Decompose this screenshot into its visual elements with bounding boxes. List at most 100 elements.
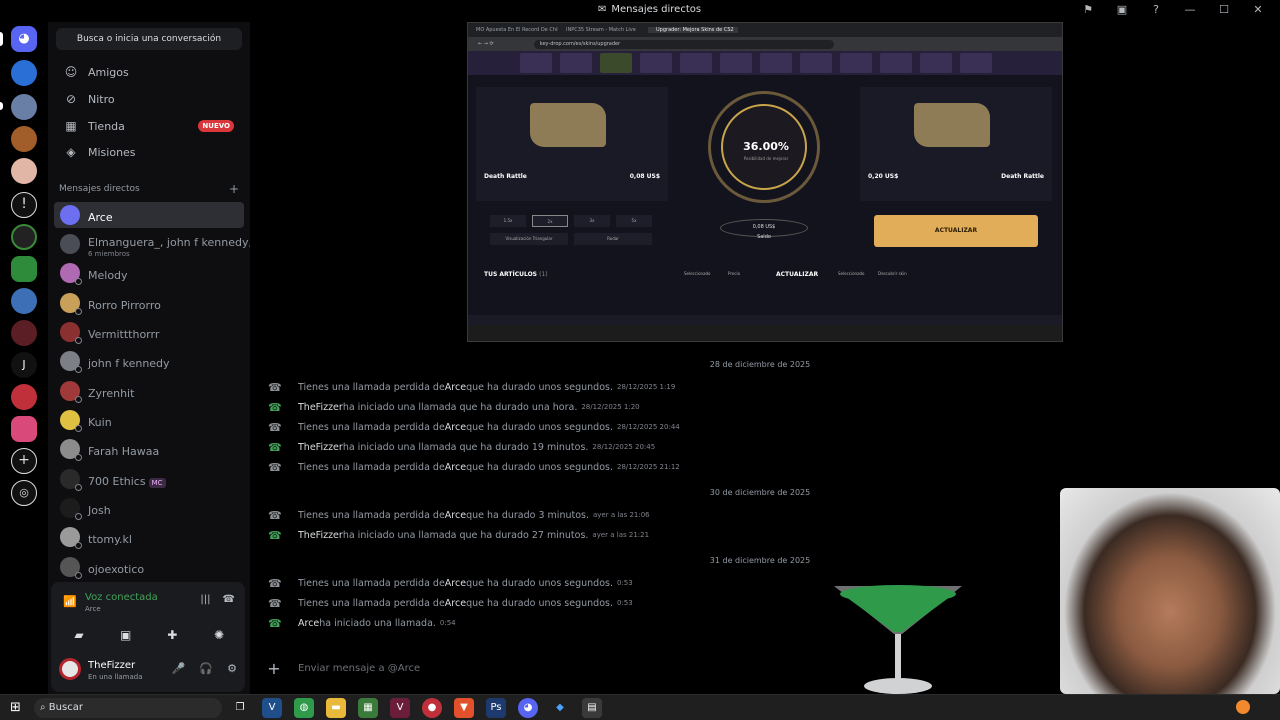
roll-toggle[interactable]: Rodar	[574, 233, 652, 245]
activities-button[interactable]: ✚	[152, 624, 192, 646]
server-icon[interactable]: J	[11, 352, 37, 378]
app-icon[interactable]: ◍	[294, 698, 314, 718]
dm-search-button[interactable]: Busca o inicia una conversación	[56, 28, 242, 50]
bet-amount[interactable]: 0,08 US$ Saldo	[720, 219, 808, 240]
discord-taskbar-icon[interactable]: ◕	[518, 698, 538, 718]
server-icon[interactable]	[11, 256, 37, 282]
app-icon[interactable]: ▤	[582, 698, 602, 718]
microphone-icon[interactable]: 🎤	[172, 662, 186, 675]
dm-item[interactable]: Vermittthorrr	[54, 319, 244, 345]
server-icon[interactable]	[11, 224, 37, 250]
browser-tab[interactable]: INPC35 Stream - Match Live	[558, 27, 648, 33]
server-icon[interactable]	[11, 416, 37, 442]
dm-item[interactable]: Josh	[54, 495, 244, 521]
server-icon[interactable]	[11, 94, 37, 120]
message-username[interactable]: TheFizzer	[298, 442, 343, 453]
disconnect-icon[interactable]: ☎	[223, 594, 235, 605]
message-username[interactable]: TheFizzer	[298, 402, 343, 413]
multiplier-button[interactable]: 2x	[532, 215, 568, 227]
user-name[interactable]: TheFizzer	[88, 660, 135, 671]
dm-item[interactable]: 700 Ethics MC	[54, 466, 244, 492]
headphones-icon[interactable]: 🎧	[199, 662, 213, 675]
dm-item[interactable]: ojoexotico	[54, 554, 244, 580]
inbox-icon[interactable]: ⚑	[1080, 3, 1096, 16]
browser-tab[interactable]: MO Apuesta En El Record De Chile	[468, 27, 558, 33]
minimize-button[interactable]: —	[1182, 3, 1198, 16]
dm-item[interactable]: Zyrenhit	[54, 378, 244, 404]
server-icon[interactable]	[11, 288, 37, 314]
server-icon[interactable]	[11, 158, 37, 184]
selected-filter[interactable]: Seleccionado	[684, 271, 711, 276]
dm-item[interactable]: Rorro Pirrorro	[54, 290, 244, 316]
triangle-view-toggle[interactable]: Visualización Triangular	[490, 233, 568, 245]
voice-channel[interactable]: Arce	[85, 605, 101, 613]
screen-share-button[interactable]: ▣	[106, 624, 146, 646]
nav-friends[interactable]: ☺ Amigos	[54, 60, 244, 84]
app-icon[interactable]: ●	[422, 698, 442, 718]
app-icon[interactable]: ◆	[550, 698, 570, 718]
server-icon[interactable]	[11, 384, 37, 410]
upgrade-button[interactable]: ACTUALIZAR	[874, 215, 1038, 247]
message-username[interactable]: Arce	[445, 578, 466, 589]
windows-start-icon[interactable]: ⊞	[10, 700, 21, 715]
screen-share-stream[interactable]: MO Apuesta En El Record De Chile INPC35 …	[467, 22, 1063, 342]
dm-item[interactable]: Elmanguera_, john f kennedy,... 6 miembro…	[54, 231, 262, 258]
message-username[interactable]: Arce	[445, 510, 466, 521]
dm-item[interactable]: Arce	[54, 202, 244, 228]
help-icon[interactable]: ?	[1148, 3, 1164, 16]
attach-plus-icon[interactable]: +	[262, 659, 286, 678]
browser-tab-active[interactable]: Upgrader: Mejora Skins de CS2	[648, 27, 738, 33]
message-username[interactable]: Arce	[445, 382, 466, 393]
message-username[interactable]: Arce	[298, 618, 319, 629]
voice-status[interactable]: Voz conectada	[85, 592, 158, 603]
nav-shop[interactable]: ▦ Tienda NUEVO	[54, 114, 244, 138]
message-username[interactable]: Arce	[445, 598, 466, 609]
camera-off-button[interactable]: ▰	[59, 624, 99, 646]
brave-icon[interactable]: ▼	[454, 698, 474, 718]
message-timestamp: 0:53	[616, 579, 633, 587]
server-icon[interactable]	[11, 60, 37, 86]
server-icon[interactable]	[11, 126, 37, 152]
dm-item[interactable]: Melody	[54, 260, 244, 286]
skin-search[interactable]: Descubrir skin	[878, 271, 907, 276]
photoshop-icon[interactable]: Ps	[486, 698, 506, 718]
tray-icon[interactable]	[1236, 700, 1250, 714]
soundboard-button[interactable]: ✺	[199, 624, 239, 646]
multiplier-button[interactable]: 5x	[616, 215, 652, 227]
message-username[interactable]: TheFizzer	[298, 530, 343, 541]
url-field[interactable]: key-drop.com/es/skins/upgrader	[533, 39, 834, 49]
multiplier-button[interactable]: 3x	[574, 215, 610, 227]
dm-item[interactable]: ttomy.kl	[54, 524, 244, 550]
selected-filter-right[interactable]: Seleccionado	[838, 271, 865, 276]
task-view-icon[interactable]: ❐	[230, 698, 250, 718]
dm-item[interactable]: Kuin	[54, 407, 244, 433]
avatar[interactable]	[59, 658, 81, 680]
minecraft-icon[interactable]: ▦	[358, 698, 378, 718]
vegas-icon[interactable]: V	[262, 698, 282, 718]
message-input[interactable]	[298, 662, 898, 674]
message-username[interactable]: Arce	[445, 422, 466, 433]
nav-quests[interactable]: ◈ Misiones	[54, 140, 244, 164]
settings-gear-icon[interactable]: ⚙	[227, 662, 237, 675]
dm-item[interactable]: john f kennedy	[54, 348, 244, 374]
message-username[interactable]: Arce	[445, 462, 466, 473]
dm-text: Kuin	[88, 411, 112, 430]
create-dm-icon[interactable]: +	[229, 182, 239, 196]
multiplier-button[interactable]: 1.5x	[490, 215, 526, 227]
file-explorer-icon[interactable]: ▬	[326, 698, 346, 718]
add-server-icon[interactable]: +	[11, 448, 37, 474]
explore-icon[interactable]: ◎	[11, 480, 37, 506]
screen-icon[interactable]: ▣	[1114, 3, 1130, 16]
maximize-button[interactable]: ☐	[1216, 3, 1232, 16]
discord-home-icon[interactable]: ◕	[11, 26, 37, 52]
close-button[interactable]: ✕	[1250, 3, 1266, 16]
price-filter[interactable]: Precio	[728, 271, 740, 276]
server-icon[interactable]	[11, 320, 37, 346]
app-icon[interactable]: V	[390, 698, 410, 718]
nav-nitro[interactable]: ⊘ Nitro	[54, 87, 244, 111]
nav-label: Misiones	[88, 145, 136, 159]
noise-suppression-icon[interactable]: |||	[200, 594, 210, 605]
taskbar-search[interactable]: ⌕ Buscar	[34, 698, 222, 718]
discover-icon[interactable]: !	[11, 192, 37, 218]
dm-item[interactable]: Farah Hawaa	[54, 436, 244, 462]
